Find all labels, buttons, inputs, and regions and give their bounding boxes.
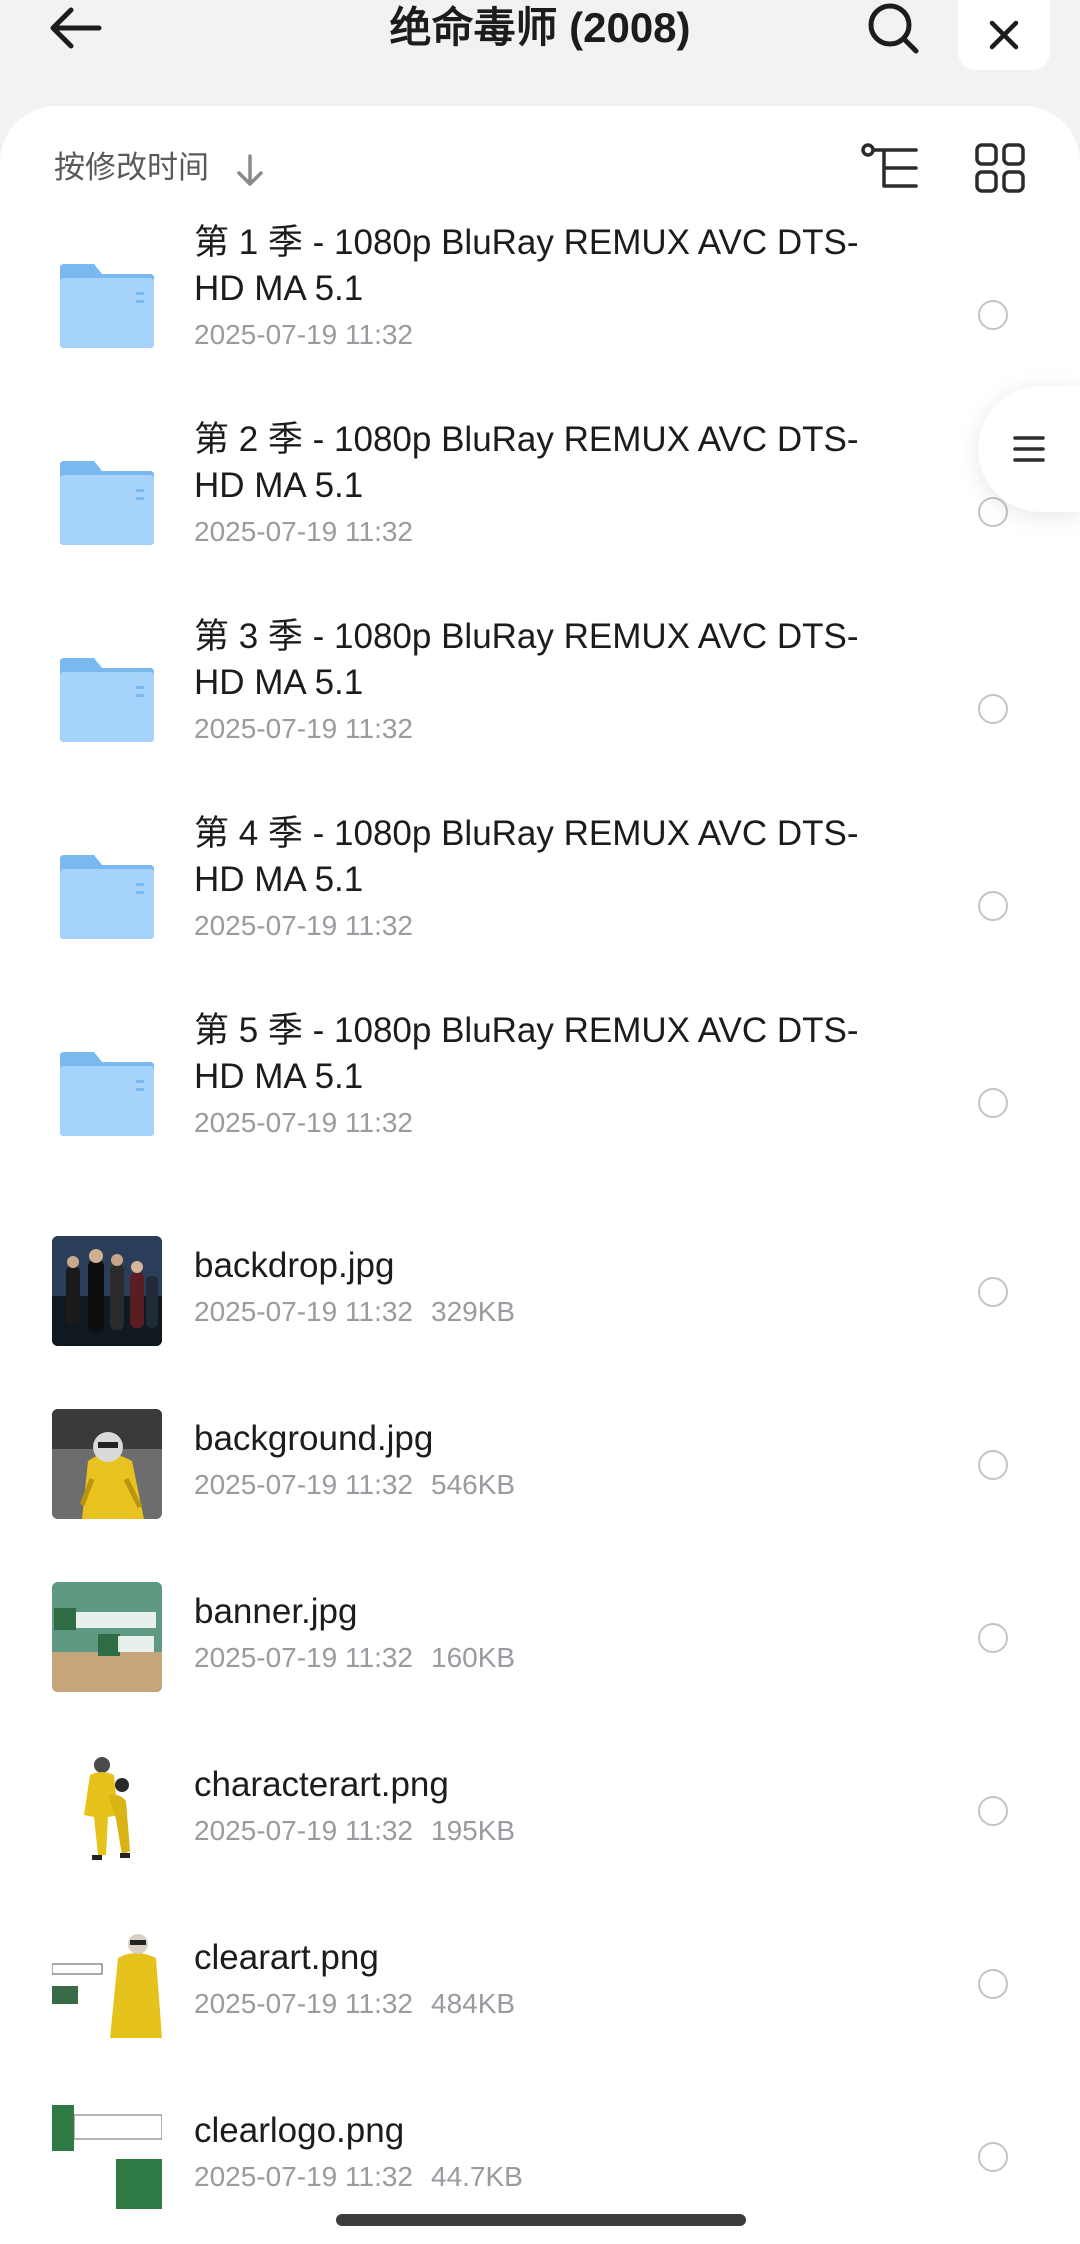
- close-icon: [989, 20, 1019, 50]
- folder-date: 2025-07-19 11:32: [194, 713, 413, 744]
- app-header: 绝命毒师 (2008): [0, 0, 1080, 100]
- folder-icon: [60, 855, 154, 939]
- file-size: 195KB: [431, 1815, 516, 1846]
- file-date: 2025-07-19 11:32: [194, 1988, 413, 2019]
- folder-row-season-3[interactable]: 第 3 季 - 1080p BluRay REMUX AVC DTS-HD MA…: [0, 614, 1080, 811]
- file-size: 484KB: [431, 1988, 516, 2019]
- background-thumbnail: [52, 1409, 162, 1519]
- file-list-sheet: 按修改时间 第 1 季 - 1080p BluRay REMUX AVC DTS…: [0, 106, 1080, 2244]
- select-radio[interactable]: [978, 694, 1008, 724]
- select-radio[interactable]: [978, 1450, 1008, 1480]
- select-radio[interactable]: [978, 497, 1008, 527]
- folder-date: 2025-07-19 11:32: [194, 1107, 413, 1138]
- select-radio[interactable]: [978, 1969, 1008, 1999]
- file-date: 2025-07-19 11:32: [194, 2161, 413, 2192]
- banner-thumbnail: [52, 1582, 162, 1692]
- file-date: 2025-07-19 11:32: [194, 1642, 413, 1673]
- folder-row-season-4[interactable]: 第 4 季 - 1080p BluRay REMUX AVC DTS-HD MA…: [0, 811, 1080, 1008]
- file-meta: 2025-07-19 11:32 44.7KB: [194, 2158, 894, 2196]
- file-meta: 2025-07-19 11:32 546KB: [194, 1466, 894, 1504]
- select-radio[interactable]: [978, 1796, 1008, 1826]
- search-button[interactable]: [858, 0, 928, 56]
- file-meta: 2025-07-19 11:32 484KB: [194, 1985, 894, 2023]
- tree-view-icon[interactable]: [860, 142, 920, 194]
- file-size: 329KB: [431, 1296, 516, 1327]
- folder-name: 第 4 季 - 1080p BluRay REMUX AVC DTS-HD MA…: [194, 814, 859, 899]
- file-date: 2025-07-19 11:32: [194, 1815, 413, 1846]
- file-row-banner[interactable]: banner.jpg 2025-07-19 11:32 160KB: [0, 1551, 1080, 1724]
- close-button[interactable]: [958, 0, 1050, 70]
- select-radio[interactable]: [978, 300, 1008, 330]
- folder-name: 第 2 季 - 1080p BluRay REMUX AVC DTS-HD MA…: [194, 420, 859, 505]
- folder-icon: [60, 658, 154, 742]
- file-date: 2025-07-19 11:32: [194, 1469, 413, 1500]
- grid-view-icon[interactable]: [974, 142, 1026, 194]
- select-radio[interactable]: [978, 1277, 1008, 1307]
- folder-date: 2025-07-19 11:32: [194, 910, 413, 941]
- backdrop-thumbnail: [52, 1236, 162, 1346]
- file-name: characterart.png: [194, 1765, 449, 1804]
- file-row-characterart[interactable]: characterart.png 2025-07-19 11:32 195KB: [0, 1724, 1080, 1897]
- file-meta: 2025-07-19 11:32 195KB: [194, 1812, 894, 1850]
- file-row-clearart[interactable]: clearart.png 2025-07-19 11:32 484KB: [0, 1897, 1080, 2070]
- file-name: clearlogo.png: [194, 2111, 405, 2150]
- file-name: clearart.png: [194, 1938, 379, 1977]
- folder-row-season-5[interactable]: 第 5 季 - 1080p BluRay REMUX AVC DTS-HD MA…: [0, 1008, 1080, 1205]
- file-name: backdrop.jpg: [194, 1246, 395, 1285]
- arrow-down-icon[interactable]: [232, 150, 268, 190]
- characterart-thumbnail: [52, 1755, 162, 1865]
- folder-icon: [60, 264, 154, 348]
- file-list: 第 1 季 - 1080p BluRay REMUX AVC DTS-HD MA…: [0, 220, 1080, 2243]
- folder-name: 第 1 季 - 1080p BluRay REMUX AVC DTS-HD MA…: [194, 223, 859, 308]
- file-row-backdrop[interactable]: backdrop.jpg 2025-07-19 11:32 329KB: [0, 1205, 1080, 1378]
- file-size: 546KB: [431, 1469, 516, 1500]
- select-radio[interactable]: [978, 1088, 1008, 1118]
- folder-row-season-1[interactable]: 第 1 季 - 1080p BluRay REMUX AVC DTS-HD MA…: [0, 220, 1080, 417]
- select-radio[interactable]: [978, 1623, 1008, 1653]
- search-icon: [868, 3, 919, 54]
- sort-by-modified-button[interactable]: 按修改时间: [54, 148, 209, 188]
- folder-name: 第 3 季 - 1080p BluRay REMUX AVC DTS-HD MA…: [194, 617, 859, 702]
- file-size: 44.7KB: [431, 2161, 523, 2192]
- select-radio[interactable]: [978, 2142, 1008, 2172]
- file-name: background.jpg: [194, 1419, 434, 1458]
- file-size: 160KB: [431, 1642, 516, 1673]
- select-radio[interactable]: [978, 891, 1008, 921]
- file-meta: 2025-07-19 11:32 329KB: [194, 1293, 894, 1331]
- folder-date: 2025-07-19 11:32: [194, 319, 413, 350]
- folder-name: 第 5 季 - 1080p BluRay REMUX AVC DTS-HD MA…: [194, 1011, 859, 1096]
- menu-icon: [1013, 436, 1045, 462]
- file-row-background[interactable]: background.jpg 2025-07-19 11:32 546KB: [0, 1378, 1080, 1551]
- clearlogo-thumbnail: [52, 2101, 162, 2211]
- home-indicator[interactable]: [336, 2214, 746, 2226]
- folder-icon: [60, 1052, 154, 1136]
- file-date: 2025-07-19 11:32: [194, 1296, 413, 1327]
- file-meta: 2025-07-19 11:32 160KB: [194, 1639, 894, 1677]
- folder-icon: [60, 461, 154, 545]
- list-toolbar: 按修改时间: [0, 106, 1080, 226]
- file-name: banner.jpg: [194, 1592, 358, 1631]
- folder-date: 2025-07-19 11:32: [194, 516, 413, 547]
- folder-row-season-2[interactable]: 第 2 季 - 1080p BluRay REMUX AVC DTS-HD MA…: [0, 417, 1080, 614]
- clearart-thumbnail: [52, 1928, 162, 2038]
